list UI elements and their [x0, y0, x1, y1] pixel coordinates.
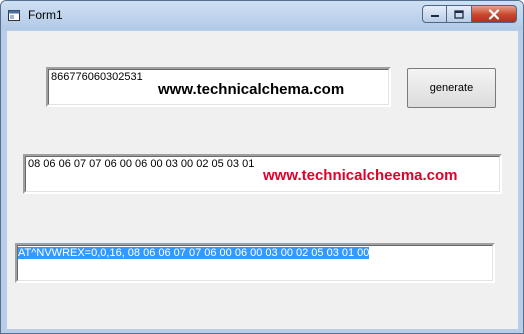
- title-bar[interactable]: Form1: [1, 1, 523, 30]
- imei-watermark: www.technicalchema.com: [158, 81, 345, 98]
- hex-output-watermark: www.technicalcheema.com: [263, 167, 458, 184]
- app-window: Form1 866776060302531 www.technicalchema…: [0, 0, 524, 334]
- close-icon: [488, 8, 500, 20]
- hex-output-textbox[interactable]: 08 06 06 07 07 06 00 06 00 03 00 02 05 0…: [23, 154, 502, 194]
- generate-button[interactable]: generate: [407, 68, 496, 108]
- maximize-icon: [454, 9, 464, 19]
- maximize-button[interactable]: [447, 5, 472, 23]
- app-icon: [8, 10, 20, 21]
- window-title: Form1: [28, 8, 63, 22]
- generate-button-label: generate: [429, 82, 474, 94]
- imei-textbox[interactable]: 866776060302531 www.technicalchema.com: [46, 67, 391, 107]
- imei-value: 866776060302531: [51, 71, 143, 83]
- close-button[interactable]: [472, 5, 517, 23]
- command-selected-text: AT^NVWREX=0,0,16, 08 06 06 07 07 06 00 0…: [18, 247, 370, 259]
- command-textbox[interactable]: AT^NVWREX=0,0,16, 08 06 06 07 07 06 00 0…: [15, 243, 495, 283]
- minimize-button[interactable]: [422, 5, 447, 23]
- minimize-icon: [430, 15, 439, 17]
- hex-output-value: 08 06 06 07 07 06 00 06 00 03 00 02 05 0…: [28, 158, 255, 170]
